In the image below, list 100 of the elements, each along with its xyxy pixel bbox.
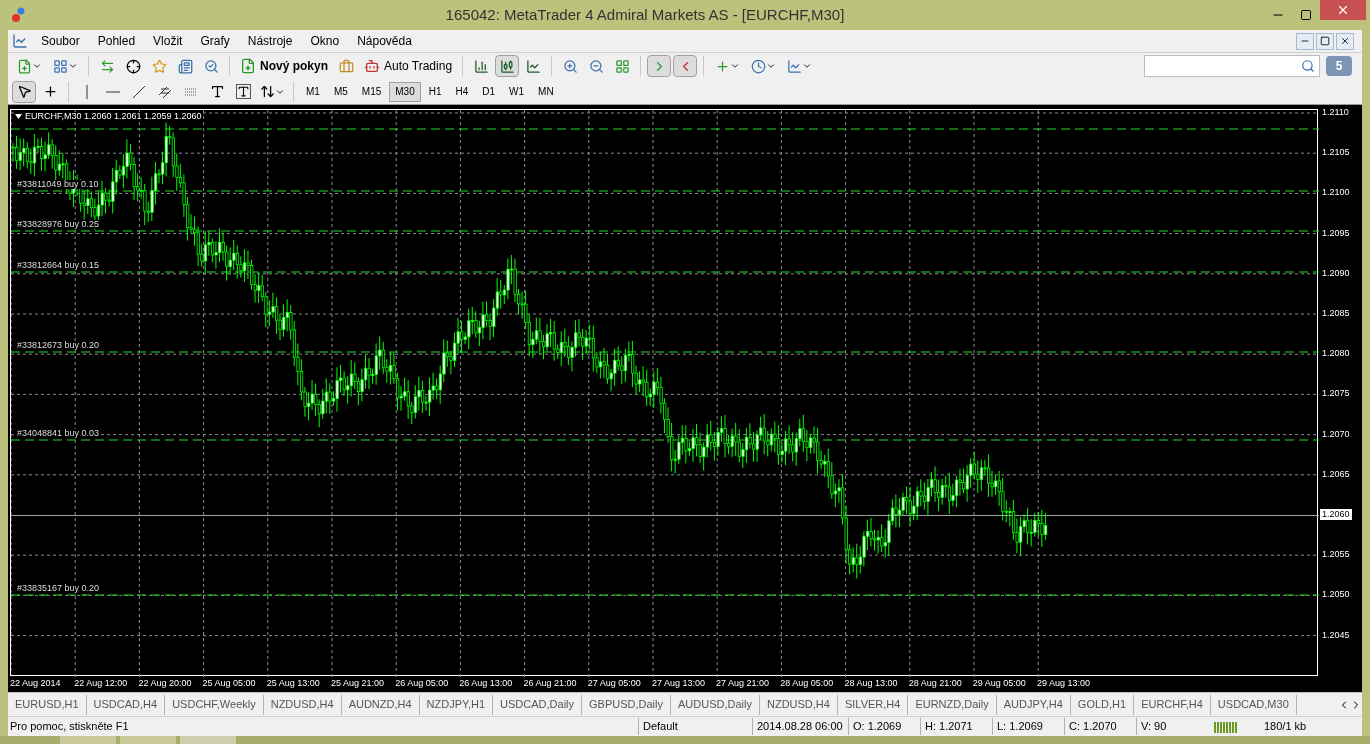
window-title: 165042: MetaTrader 4 Admiral Markets AS - [EURCHF,M30] <box>444 4 846 25</box>
chart-tab[interactable]: USDCAD,M30 <box>1210 694 1297 715</box>
chart-tab[interactable]: USDCHF,Weekly <box>165 694 264 715</box>
time-label: 29 Aug 13:00 <box>1037 677 1092 691</box>
menu-item[interactable]: Pohled <box>88 32 145 50</box>
timeframe-button[interactable]: D1 <box>476 81 502 102</box>
time-label: 25 Aug 05:00 <box>202 677 257 691</box>
price-label: 1.2070 <box>1322 428 1350 440</box>
chart-tab[interactable]: EURCHF,H4 <box>1134 694 1211 715</box>
timeframe-button[interactable]: H4 <box>449 81 475 102</box>
status-profile: Default <box>638 718 752 735</box>
chart-tab[interactable]: GBPUSD,Daily <box>582 694 671 715</box>
chart-tab[interactable]: AUDJPY,H4 <box>996 694 1071 715</box>
price-label: 1.2075 <box>1322 388 1350 400</box>
time-label: 22 Aug 12:00 <box>74 677 129 691</box>
chart-tab[interactable]: EURUSD,H1 <box>8 694 87 715</box>
chart-shift-button[interactable] <box>673 55 698 77</box>
menu-item[interactable]: Okno <box>301 32 349 50</box>
price-label: 1.2100 <box>1322 187 1350 199</box>
chart-tab[interactable]: USDCAD,Daily <box>493 694 583 715</box>
auto-scroll-button[interactable] <box>647 55 672 77</box>
diagonal-line-icon <box>132 84 146 99</box>
bar-chart-icon <box>473 58 489 74</box>
menu-item[interactable]: Grafy <box>191 32 239 50</box>
menu-item[interactable]: Vložit <box>144 32 192 50</box>
letter-icon <box>235 84 251 99</box>
order-label: #34048841 buy 0.03 <box>17 429 100 438</box>
close-icon <box>1340 36 1350 46</box>
time-label: 27 Aug 13:00 <box>651 677 706 691</box>
price-label: 1.2050 <box>1322 589 1350 601</box>
price-label: 1.2090 <box>1322 267 1350 279</box>
letter-icon <box>209 84 225 99</box>
magnifier-icon <box>203 58 219 74</box>
clock-icon <box>750 58 766 74</box>
timeframe-button[interactable]: M5 <box>327 81 354 102</box>
document-plus-icon <box>16 58 32 74</box>
caret-icon <box>765 61 776 71</box>
connection-bars-icon <box>1214 720 1240 733</box>
chart-tab[interactable]: NZDUSD,H4 <box>760 694 838 715</box>
chart-tab[interactable]: USDCAD,H4 <box>86 694 166 715</box>
price-label: 1.2045 <box>1322 629 1350 641</box>
price-label: 1.2080 <box>1322 348 1350 360</box>
timeframe-button[interactable]: M30 <box>389 81 421 102</box>
chart-tab[interactable]: GOLD,H1 <box>1070 694 1135 715</box>
chart-tab[interactable]: NZDUSD,H4 <box>263 694 342 715</box>
document-plus-icon <box>240 58 256 74</box>
dotted-lines-icon <box>184 87 198 96</box>
cursor-button[interactable] <box>12 80 36 103</box>
order-label: #33828976 buy 0.25 <box>17 220 100 229</box>
time-label: 26 Aug 13:00 <box>459 677 514 691</box>
time-label: 26 Aug 21:00 <box>523 677 578 691</box>
price-label: 1.2085 <box>1322 308 1350 319</box>
chart-tab[interactable]: NZDJPY,H1 <box>419 694 494 715</box>
price-label: 1.2110 <box>1322 107 1349 118</box>
grid-icon <box>614 58 630 74</box>
order-label: #33835167 buy 0.20 <box>17 584 100 593</box>
restore-chart-button[interactable] <box>1316 32 1334 50</box>
time-label: 26 Aug 05:00 <box>395 677 450 691</box>
star-icon <box>151 58 167 74</box>
plus-icon <box>714 58 730 74</box>
cursor-icon <box>16 84 32 99</box>
time-label: 27 Aug 05:00 <box>587 677 642 691</box>
chart-icon <box>786 58 802 74</box>
price-label: 1.2055 <box>1322 549 1350 561</box>
minimize-chart-button[interactable] <box>1296 32 1314 50</box>
horizontal-line-icon <box>106 90 120 93</box>
menu-item[interactable]: Nápověda <box>348 32 421 50</box>
menu-item[interactable]: Soubor <box>32 32 89 50</box>
timeframe-button[interactable]: H1 <box>422 81 448 102</box>
menu-item[interactable]: Nástroje <box>238 32 302 50</box>
close-icon <box>1336 3 1350 17</box>
status-field: L: 1.2069 <box>992 718 1064 735</box>
new-order-button[interactable]: Nový pokyn <box>236 55 332 77</box>
time-label: 22 Aug 20:00 <box>138 677 193 691</box>
timeframe-button[interactable]: M15 <box>355 81 388 102</box>
chart-window-icon <box>12 33 28 49</box>
order-label: #33812673 buy 0.20 <box>17 341 100 350</box>
crosshair-icon <box>125 58 141 74</box>
close-chart-button[interactable] <box>1336 32 1354 50</box>
chart-tab[interactable]: AUDNZD,H4 <box>341 694 420 715</box>
current-price-label: 1.2060 <box>1320 509 1352 520</box>
caret-icon <box>31 61 42 71</box>
time-label: 25 Aug 21:00 <box>330 677 385 691</box>
chart-tab[interactable]: EURNZD,Daily <box>908 694 997 715</box>
chart-tab[interactable]: SILVER,H4 <box>837 694 909 715</box>
candlestick-icon <box>499 58 515 74</box>
chart-tab[interactable]: AUDUSD,Daily <box>671 694 760 715</box>
timeframe-button[interactable]: M1 <box>300 81 326 102</box>
auto-trading-button[interactable]: Auto Trading <box>360 55 457 77</box>
grid-icon <box>52 58 68 74</box>
timeframe-button[interactable]: MN <box>532 81 560 102</box>
chart-type-button[interactable] <box>495 55 520 77</box>
zoom-out-icon <box>588 58 604 74</box>
timeframe-button[interactable]: W1 <box>503 81 531 102</box>
status-traffic: 180/1 kb <box>1264 719 1307 735</box>
search-field[interactable] <box>1144 55 1320 77</box>
dropdown-triangle-icon[interactable] <box>15 114 22 119</box>
status-field: C: 1.2070 <box>1064 718 1136 735</box>
app-logo-icon <box>12 7 26 23</box>
chart-header: EURCHF,M30 1.2060 1.2061 1.2059 1.2060 <box>25 112 202 121</box>
